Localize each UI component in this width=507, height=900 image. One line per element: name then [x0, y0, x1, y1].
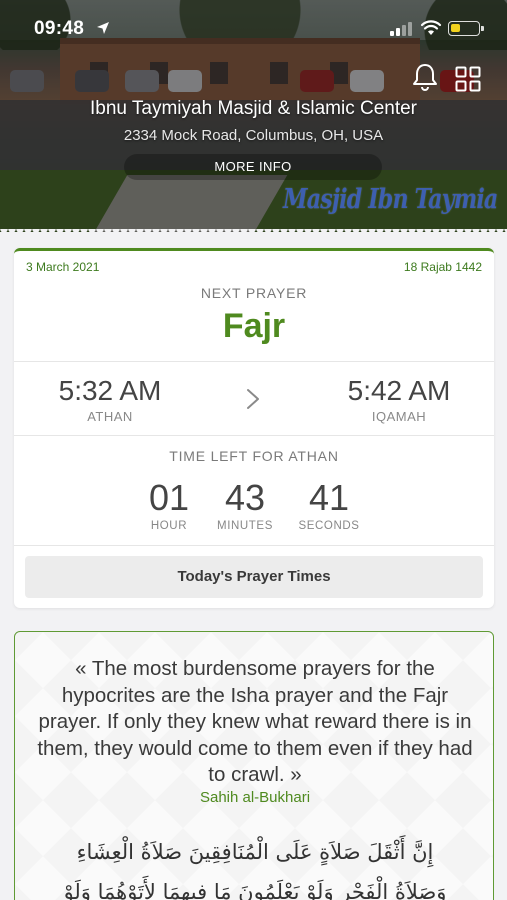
time-left-label: TIME LEFT FOR ATHAN [169, 448, 339, 464]
hadith-arabic-text: إِنَّ أَثْقَلَ صَلاَةٍ عَلَى الْمُنَافِق… [15, 832, 493, 900]
battery-icon [448, 21, 484, 36]
chevron-right-icon [247, 389, 259, 409]
countdown-minutes-label: MINUTES [217, 520, 273, 532]
wifi-icon [420, 20, 442, 35]
countdown-seconds-label: SECONDS [298, 520, 360, 532]
next-prayer-label: NEXT PRAYER [200, 285, 308, 301]
countdown-hours-label: HOUR [150, 520, 188, 532]
divider [14, 545, 494, 546]
athan-label: ATHAN [87, 409, 133, 424]
hadith-card: « The most burdensome prayers for the hy… [14, 631, 494, 900]
countdown-hours: 01 [148, 477, 190, 518]
hadith-text: « The most burdensome prayers for the hy… [37, 657, 473, 786]
cellular-signal-icon [390, 22, 414, 36]
countdown-minutes: 43 [224, 477, 266, 518]
todays-prayer-times-button[interactable]: Today's Prayer Times [25, 556, 483, 598]
divider [14, 361, 494, 362]
hadith-source: Sahih al-Bukhari [199, 789, 311, 806]
next-prayer-name: Fajr [222, 307, 286, 345]
hijri-date: 18 Rajab 1442 [403, 260, 482, 274]
iqamah-time: 5:42 AM [347, 375, 451, 406]
divider [14, 435, 494, 436]
status-bar: 09:48 [0, 0, 507, 56]
countdown-seconds: 41 [308, 477, 350, 518]
athan-time: 5:32 AM [58, 375, 162, 406]
clock: 09:48 [34, 18, 85, 39]
scalloped-edge [0, 229, 507, 237]
iqamah-label: IQAMAH [371, 409, 427, 424]
gregorian-date: 3 March 2021 [26, 260, 100, 274]
masjid-watermark: Masjid Ibn Taymia [282, 184, 498, 215]
hadith-arabic-line: وَصَلاَةُ الْفَجْرِ وَلَوْ يَعْلَمُونَ م… [63, 880, 447, 900]
location-arrow-icon [97, 22, 109, 34]
grid-icon[interactable] [455, 66, 481, 92]
battery-level [451, 24, 460, 32]
next-prayer-card: 3 March 2021 18 Rajab 1442 NEXT PRAYER F… [14, 248, 494, 608]
bell-icon[interactable] [411, 62, 439, 92]
mosque-name: Ibnu Taymiyah Masjid & Islamic Center [90, 98, 417, 119]
mosque-address: 2334 Mock Road, Columbus, OH, USA [123, 127, 384, 144]
more-info-button[interactable]: MORE INFO [124, 154, 382, 180]
hadith-arabic-line: إِنَّ أَثْقَلَ صَلاَةٍ عَلَى الْمُنَافِق… [76, 840, 434, 864]
